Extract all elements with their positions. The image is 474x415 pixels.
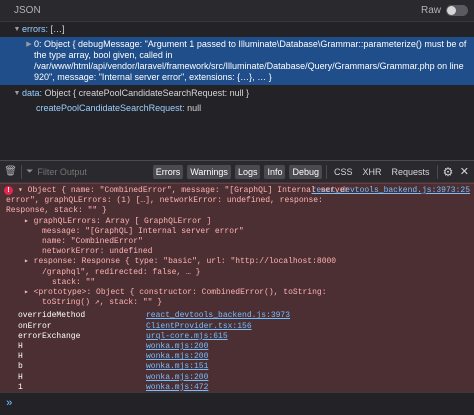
toolbar-divider (436, 164, 438, 179)
stack-fn: H (18, 342, 23, 351)
chevron-right-icon[interactable]: ▶ (24, 39, 34, 50)
json-viewer-header: JSON Raw (0, 0, 474, 22)
filter-info-button[interactable]: Info (264, 164, 286, 179)
json-row-create-pool-candidate[interactable]: createPoolCandidateSearchRequest: null (0, 101, 474, 116)
stack-src-link[interactable]: wonka.mjs:200 (146, 342, 208, 352)
error-prop-prototype[interactable]: ▸ <prototype>: Object { constructor: Com… (0, 288, 474, 298)
json-viewer-title: JSON (14, 5, 41, 16)
json-value: […] (50, 24, 65, 34)
error-prop-prototype-cont: toString() ↗, stack: "" } (42, 298, 163, 308)
stack-fn: H (18, 352, 23, 362)
raw-switch-icon[interactable] (446, 5, 468, 16)
json-viewer-panel: JSON Raw ▼ errors: […] ▶ 0: Object { deb… (0, 0, 474, 160)
filter-xhr-button[interactable]: XHR (359, 165, 384, 179)
chevron-right-icon[interactable]: ▸ (24, 257, 29, 266)
stack-fn: onError (18, 321, 52, 331)
chevron-down-icon[interactable]: ▾ (18, 186, 23, 195)
error-prop-name: name: "CombinedError" (42, 237, 143, 247)
filter-input[interactable] (37, 166, 138, 177)
stack-src-link[interactable]: react_devtools_backend.js:3973 (146, 311, 290, 321)
filter-icon: ⏷ (26, 166, 34, 176)
stack-frame[interactable]: errorExchange urql-core.mjs:615 (0, 332, 474, 342)
error-summary-line-3: Response, stack: "" } (6, 206, 107, 216)
error-prop-text: response: Response { type: "basic", url:… (33, 257, 337, 267)
json-key: createPoolCandidateSearchRequest: (36, 103, 185, 113)
json-key: 0: (34, 39, 42, 49)
filter-warnings-button[interactable]: Warnings (187, 164, 231, 179)
console-toolbar: 🗑 ⏷ Errors Warnings Logs Info Debug CSS … (0, 161, 474, 183)
stack-frame[interactable]: Hwonka.mjs:200 (0, 373, 474, 383)
chevron-right-icon[interactable]: ▸ (24, 217, 29, 226)
stack-frame[interactable]: onError ClientProvider.tsx:156 (0, 322, 474, 332)
json-value: Object { debugMessage: "Argument 1 passe… (34, 39, 467, 82)
stack-trace: overrideMethod react_devtools_backend.js:… (0, 311, 474, 393)
toolbar-divider (326, 164, 327, 179)
error-prop-message: message: "[GraphQL] Internal server erro… (42, 226, 244, 236)
json-key: errors: (22, 24, 49, 34)
toolbar-divider (21, 164, 23, 179)
error-prop-response-cont: /graphql", redirected: false, … } (42, 267, 201, 277)
chevron-right-icon[interactable]: ▸ (24, 288, 29, 297)
stack-src-link[interactable]: ClientProvider.tsx:156 (146, 322, 252, 332)
filter-debug-button[interactable]: Debug (289, 164, 323, 179)
json-tree: ▼ errors: […] ▶ 0: Object { debugMessage… (0, 22, 474, 116)
stack-fn: b (18, 362, 23, 372)
stack-frame[interactable]: overrideMethod react_devtools_backend.js:… (0, 311, 474, 321)
error-summary-line-2: error", graphQLErrors: (1) […], networkE… (6, 196, 323, 206)
error-prop-text: <prototype>: Object { constructor: Combi… (33, 288, 327, 298)
error-prop-graphql-errors[interactable]: ▸ graphQLErrors: Array [ GraphQLError ] (0, 217, 474, 227)
filter-errors-button[interactable]: Errors (152, 164, 184, 179)
stack-fn: errorExchange (18, 331, 81, 341)
json-key: data: (22, 88, 43, 98)
json-row-errors[interactable]: ▼ errors: […] (0, 22, 474, 37)
stack-src-link[interactable]: wonka.mjs:200 (146, 373, 208, 383)
stack-frame[interactable]: Hwonka.mjs:200 (0, 352, 474, 362)
close-icon[interactable]: ✕ (459, 165, 470, 178)
error-prop-response[interactable]: ▸ response: Response { type: "basic", ur… (0, 257, 474, 267)
console-error-message: ! react_devtools_backend.js:3973:25 ▾ Ob… (0, 183, 474, 393)
json-value: null (187, 103, 202, 113)
stack-src-link[interactable]: wonka.mjs:200 (146, 352, 208, 362)
raw-label: Raw (420, 5, 441, 16)
error-prop-network-error: networkError: undefined (42, 247, 153, 257)
web-console: 🗑 ⏷ Errors Warnings Logs Info Debug CSS … (0, 160, 474, 415)
filter-css-button[interactable]: CSS (331, 165, 356, 179)
stack-src-link[interactable]: wonka.mjs:151 (146, 362, 208, 372)
filter-requests-button[interactable]: Requests (388, 165, 432, 179)
error-prop-text: graphQLErrors: Array [ GraphQLError ] (33, 216, 212, 226)
trash-icon[interactable]: 🗑 (4, 165, 17, 179)
error-line[interactable]: ▾ Object { name: "CombinedError", messag… (0, 186, 474, 196)
stack-fn: H (18, 372, 23, 382)
filter-box[interactable]: ⏷ (26, 166, 149, 177)
gear-icon[interactable]: ⚙ (441, 165, 454, 179)
json-row-error-0[interactable]: ▶ 0: Object { debugMessage: "Argument 1 … (0, 37, 474, 85)
stack-frame[interactable]: Hwonka.mjs:200 (0, 342, 474, 352)
filter-logs-button[interactable]: Logs (234, 164, 261, 179)
json-row-data[interactable]: ▼ data: Object { createPoolCandidateSear… (0, 86, 474, 101)
prompt-chevron-icon: » (6, 398, 13, 410)
stack-src-link[interactable]: urql-core.mjs:615 (146, 332, 228, 342)
json-value: Object { createPoolCandidateSearchReques… (44, 88, 250, 98)
error-prop-stack: stack: "" (52, 277, 96, 287)
stack-frame[interactable]: b wonka.mjs:151 (0, 362, 474, 372)
chevron-down-icon[interactable]: ▼ (12, 24, 22, 35)
error-summary-line-1: Object { name: "CombinedError", message:… (27, 186, 350, 195)
raw-toggle[interactable]: Raw (421, 5, 468, 16)
stack-fn: overrideMethod (18, 311, 86, 321)
console-input[interactable]: » (0, 392, 474, 415)
chevron-down-icon[interactable]: ▼ (12, 88, 22, 99)
